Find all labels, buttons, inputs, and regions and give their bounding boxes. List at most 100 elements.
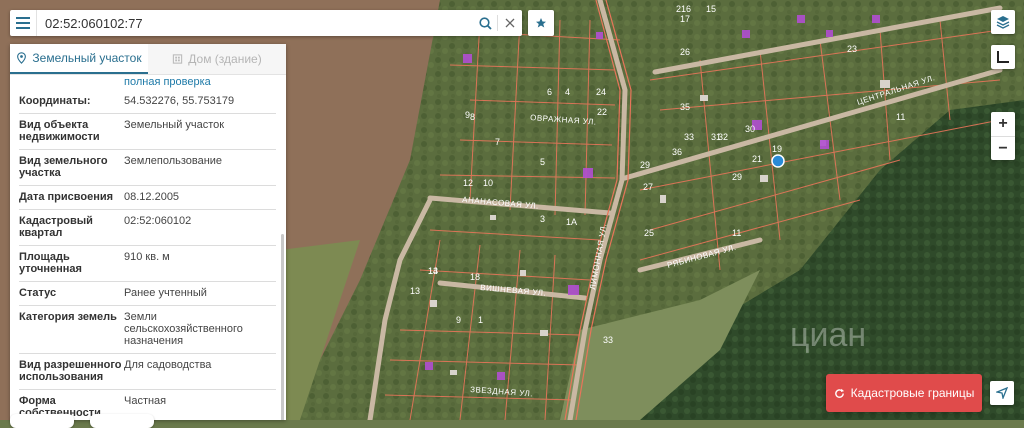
- svg-text:13: 13: [410, 286, 420, 296]
- detail-key: Вид объекта недвижимости: [19, 119, 100, 143]
- detail-row-object-type: Вид объекта недвижимости Земельный участ…: [19, 119, 276, 143]
- svg-text:1: 1: [478, 315, 483, 325]
- svg-text:29: 29: [732, 172, 742, 182]
- divider: [19, 113, 276, 114]
- svg-text:32: 32: [718, 132, 728, 142]
- search-bar: [10, 10, 522, 36]
- clear-button[interactable]: [498, 10, 522, 36]
- svg-text:22: 22: [597, 107, 607, 117]
- panel-scrollbar[interactable]: [281, 234, 284, 420]
- svg-text:26: 26: [680, 47, 690, 57]
- svg-text:4: 4: [565, 87, 570, 97]
- svg-text:36: 36: [672, 147, 682, 157]
- divider: [19, 149, 276, 150]
- detail-key: Дата присвоения: [19, 191, 114, 203]
- detail-key: Координаты:: [19, 95, 91, 107]
- detail-row-status: Статус Ранее учтенный: [19, 287, 276, 299]
- map-pin-icon: [17, 52, 27, 64]
- building-icon: [173, 54, 183, 64]
- detail-value: Земли сельскохозяйственного назначения: [124, 311, 243, 347]
- close-icon: [505, 18, 515, 28]
- svg-text:216: 216: [676, 4, 691, 14]
- divider: [19, 245, 276, 246]
- divider: [19, 389, 276, 390]
- layers-icon: [996, 16, 1010, 29]
- detail-value: Землепользование: [124, 155, 223, 167]
- detail-value: Ранее учтенный: [124, 287, 207, 299]
- tab-label: Дом (здание): [188, 52, 262, 66]
- cadastral-borders-button[interactable]: Кадастровые границы: [826, 374, 982, 412]
- detail-row-cadastral-block: Кадастровый квартал 02:52:060102: [19, 215, 276, 239]
- search-button[interactable]: [473, 10, 497, 36]
- divider: [19, 305, 276, 306]
- svg-text:9: 9: [465, 110, 470, 120]
- detail-value: Для садоводства: [124, 359, 212, 371]
- detail-row-area: Площадь уточненная 910 кв. м: [19, 251, 276, 275]
- panel-action-button[interactable]: [10, 414, 74, 428]
- zoom-controls: + −: [991, 112, 1015, 160]
- svg-text:23: 23: [847, 44, 857, 54]
- layers-button[interactable]: [991, 10, 1015, 34]
- star-icon: [536, 18, 546, 28]
- search-input[interactable]: [37, 15, 473, 31]
- location-marker[interactable]: [771, 154, 785, 168]
- svg-text:27: 27: [643, 182, 653, 192]
- detail-value: Земельный участок: [124, 119, 225, 131]
- tab-label: Земельный участок: [32, 51, 142, 65]
- svg-text:33: 33: [684, 132, 694, 142]
- svg-text:11: 11: [896, 112, 905, 122]
- refresh-icon: [834, 388, 844, 398]
- svg-text:33: 33: [603, 335, 613, 345]
- zoom-out-button[interactable]: −: [991, 137, 1015, 161]
- detail-key: Категория земель: [19, 311, 117, 323]
- svg-text:6: 6: [547, 87, 552, 97]
- geolocate-button[interactable]: [990, 381, 1014, 405]
- divider: [19, 209, 276, 210]
- cadastral-button-label: Кадастровые границы: [850, 386, 975, 400]
- svg-text:14: 14: [428, 266, 438, 276]
- svg-text:17: 17: [680, 14, 690, 24]
- hamburger-icon: [16, 17, 30, 29]
- svg-text:24: 24: [596, 87, 606, 97]
- svg-text:35: 35: [680, 102, 690, 112]
- svg-text:15: 15: [706, 4, 716, 14]
- svg-text:25: 25: [644, 228, 654, 238]
- ruler-corner-icon: [997, 51, 1009, 63]
- svg-text:12: 12: [463, 178, 473, 188]
- tab-land-plot[interactable]: Земельный участок: [10, 44, 148, 74]
- tab-house[interactable]: Дом (здание): [148, 44, 286, 74]
- svg-text:7: 7: [495, 137, 500, 147]
- svg-text:29: 29: [640, 160, 650, 170]
- panel-action-button[interactable]: [90, 414, 154, 428]
- menu-button[interactable]: [10, 10, 37, 36]
- detail-key: Вид разрешенного использования: [19, 359, 122, 383]
- detail-key: Площадь уточненная: [19, 251, 82, 275]
- detail-key: Кадастровый квартал: [19, 215, 93, 239]
- measure-button[interactable]: [991, 45, 1015, 69]
- search-icon: [478, 16, 492, 30]
- navigation-arrow-icon: [996, 387, 1008, 399]
- detail-key: Статус: [19, 287, 57, 299]
- detail-value: 910 кв. м: [124, 251, 170, 263]
- detail-key: Вид земельного участка: [19, 155, 108, 179]
- detail-value: 02:52:060102: [124, 215, 192, 227]
- full-check-link[interactable]: полная проверка: [10, 75, 286, 89]
- detail-row-permitted-use: Вид разрешенного использования Для садов…: [19, 359, 276, 383]
- svg-text:11: 11: [732, 228, 741, 238]
- watermark: циан: [790, 316, 867, 354]
- svg-text:10: 10: [483, 178, 493, 188]
- divider: [19, 281, 276, 282]
- detail-row-plot-type: Вид земельного участка Землепользование: [19, 155, 276, 179]
- zoom-in-button[interactable]: +: [991, 112, 1015, 136]
- panel-tabs: Земельный участок Дом (здание): [10, 44, 286, 75]
- divider: [19, 185, 276, 186]
- detail-row-land-category: Категория земель Земли сельскохозяйствен…: [19, 311, 276, 347]
- favorite-button[interactable]: [528, 10, 554, 36]
- svg-text:30: 30: [745, 124, 755, 134]
- divider: [19, 353, 276, 354]
- info-panel: Земельный участок Дом (здание) полная пр…: [10, 44, 286, 420]
- svg-text:21: 21: [752, 154, 762, 164]
- detail-value: 54.532276, 55.753179: [124, 95, 235, 107]
- svg-text:1А: 1А: [566, 217, 577, 227]
- svg-text:3: 3: [540, 214, 545, 224]
